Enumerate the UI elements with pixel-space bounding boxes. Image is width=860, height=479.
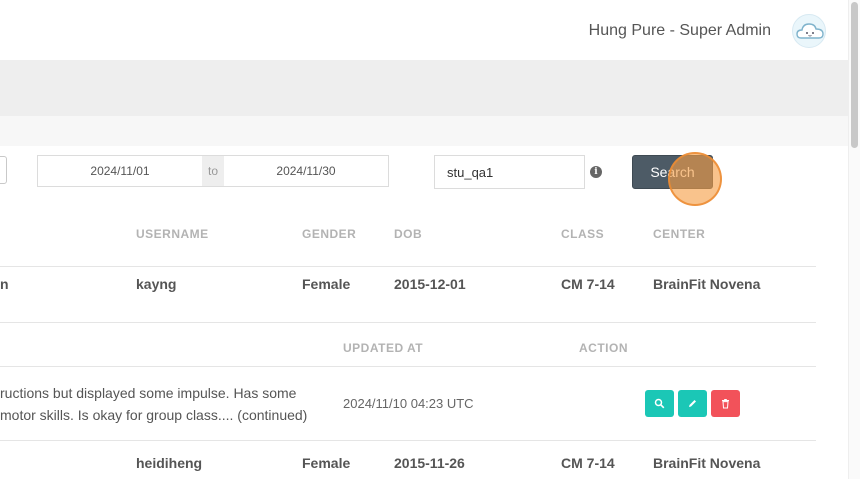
delete-note-button[interactable] xyxy=(711,390,740,417)
column-header-class[interactable]: CLASS xyxy=(561,227,604,241)
table-divider xyxy=(0,440,816,441)
row-1-dob: 2015-12-01 xyxy=(394,276,466,292)
cloud-avatar-icon[interactable] xyxy=(792,14,826,48)
column-header-center[interactable]: CENTER xyxy=(653,227,705,241)
date-to-input[interactable]: 2024/11/30 xyxy=(224,156,388,186)
note-text-line-1: ructions but displayed some impulse. Has… xyxy=(0,385,297,401)
search-input[interactable]: stu_qa1 xyxy=(434,155,585,189)
column-header-username[interactable]: USERNAME xyxy=(136,227,209,241)
row-2-username: heidiheng xyxy=(136,455,203,471)
row-1-class: CM 7-14 xyxy=(561,276,615,292)
notes-header-updated-at: UPDATED AT xyxy=(343,341,424,355)
note-text-line-2: motor skills. Is okay for group class...… xyxy=(0,407,308,423)
search-icon xyxy=(654,398,665,409)
column-header-gender[interactable]: GENDER xyxy=(302,227,356,241)
page-header-band xyxy=(0,60,848,116)
page-scrollbar[interactable] xyxy=(848,0,860,479)
trash-icon xyxy=(722,399,729,409)
breadcrumb-band xyxy=(0,116,848,146)
info-icon[interactable]: i xyxy=(590,166,602,178)
row-2-class: CM 7-14 xyxy=(561,455,615,471)
row-1-name: n xyxy=(0,276,9,292)
row-2-gender: Female xyxy=(302,455,351,471)
row-1-gender: Female xyxy=(302,276,351,292)
table-divider xyxy=(0,322,816,323)
scrollbar-thumb[interactable] xyxy=(851,2,858,148)
pencil-icon xyxy=(689,400,696,407)
column-header-dob[interactable]: DOB xyxy=(394,227,422,241)
table-divider xyxy=(0,266,816,267)
row-1-username: kayng xyxy=(136,276,177,292)
edit-note-button[interactable] xyxy=(678,390,707,417)
date-range-picker[interactable]: 2024/11/01 to 2024/11/30 xyxy=(37,155,389,187)
date-range-separator: to xyxy=(202,156,224,186)
user-name-label[interactable]: Hung Pure - Super Admin xyxy=(589,22,771,40)
search-button[interactable]: Search xyxy=(632,155,713,189)
date-from-input[interactable]: 2024/11/01 xyxy=(38,156,202,186)
row-2-center: BrainFit Novena xyxy=(653,455,761,471)
row-2-dob: 2015-11-26 xyxy=(394,455,465,471)
notes-header-action: ACTION xyxy=(579,341,628,355)
row-1-center: BrainFit Novena xyxy=(653,276,761,292)
notes-divider xyxy=(0,366,816,367)
top-bar: Hung Pure - Super Admin xyxy=(0,0,848,60)
note-updated-at: 2024/11/10 04:23 UTC xyxy=(343,396,474,411)
view-note-button[interactable] xyxy=(645,390,674,417)
filter-select-partial[interactable] xyxy=(0,156,7,184)
